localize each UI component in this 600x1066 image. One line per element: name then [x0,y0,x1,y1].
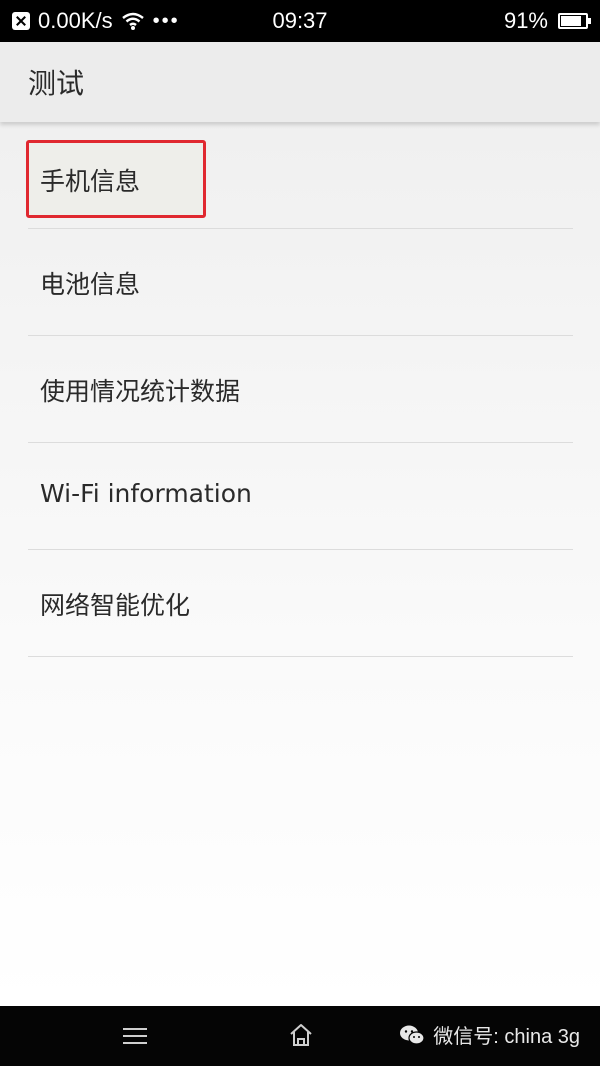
battery-fill [561,16,581,26]
battery-percent: 91% [503,8,548,33]
list-item-phone-info[interactable]: 手机信息 [26,122,573,229]
wechat-icon [400,1025,425,1045]
list-item-label: 使用情况统计数据 [40,377,241,406]
watermark: 微信号: china 3g [399,1020,580,1049]
home-icon[interactable] [288,1022,314,1048]
list-item-network-optimization[interactable]: 网络智能优化 [28,550,573,657]
navigation-bar: 微信号: china 3g [0,1006,600,1066]
list-item-label: Wi-Fi information [40,479,252,508]
list-item-label: 网络智能优化 [40,591,191,620]
watermark-text: 微信号: china 3g [433,1026,580,1048]
list-item-battery-info[interactable]: 电池信息 [28,229,573,336]
menu-icon[interactable] [123,1028,147,1044]
list-item-label: 手机信息 [40,167,141,196]
status-bar: 0.00K/s ••• 09:37 91% [0,0,600,42]
settings-list: 手机信息 电池信息 使用情况统计数据 Wi-Fi information 网络智… [0,122,600,1006]
list-item-usage-stats[interactable]: 使用情况统计数据 [28,336,573,443]
app-bar: 测试 [0,42,600,122]
list-item-label: 电池信息 [40,270,141,299]
status-right: 91% [503,8,591,34]
battery-icon [558,13,591,29]
list-item-wifi-information[interactable]: Wi-Fi information [28,443,573,550]
page-title: 测试 [28,67,85,100]
